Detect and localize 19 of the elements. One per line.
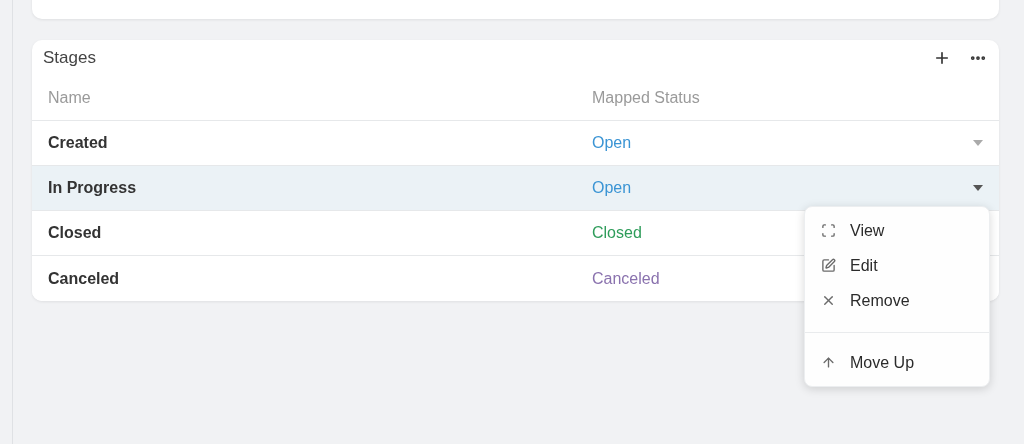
card-title: Stages	[43, 47, 96, 70]
table-cell-text: Closed	[48, 223, 103, 243]
expand-icon	[821, 223, 836, 238]
column-header: Mapped Status	[592, 88, 700, 108]
status-text: Open	[592, 133, 632, 153]
table-cell-text: Canceled	[48, 268, 121, 289]
table-cell-text: Created	[48, 133, 109, 153]
status-text: Closed	[592, 223, 642, 243]
table-row[interactable]: Created Open	[32, 121, 999, 166]
dropdown-caret-icon[interactable]	[973, 185, 983, 191]
add-icon[interactable]	[933, 49, 951, 67]
column-header: Name	[48, 88, 92, 108]
menu-item[interactable]: View	[805, 213, 989, 248]
close-icon	[821, 293, 836, 308]
edit-icon	[821, 258, 836, 273]
status-text: Open	[592, 178, 632, 198]
table-cell-text: In Progress	[48, 178, 138, 198]
menu-item[interactable]: Move Up	[805, 345, 989, 380]
status-text: Canceled	[592, 268, 660, 289]
